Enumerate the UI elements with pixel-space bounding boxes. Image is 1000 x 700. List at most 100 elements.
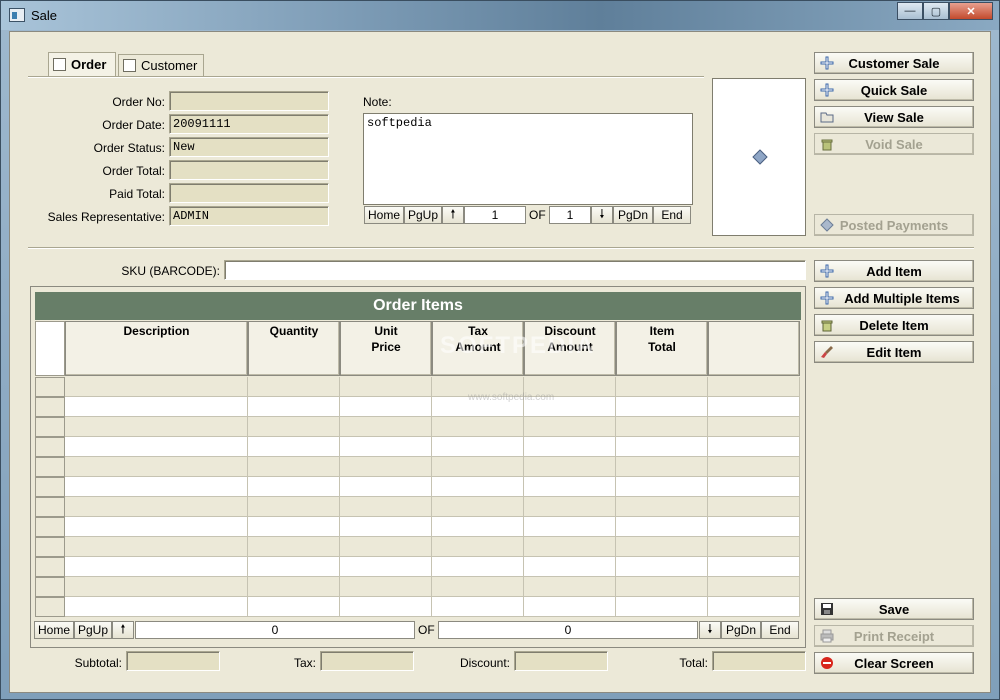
save-button[interactable]: Save [814,598,974,620]
table-cell[interactable] [248,417,340,437]
table-cell[interactable] [524,597,616,617]
table-cell[interactable] [340,497,432,517]
table-cell[interactable] [340,457,432,477]
table-cell[interactable] [708,557,800,577]
table-cell[interactable] [432,517,524,537]
customer-sale-button[interactable]: Customer Sale [814,52,974,74]
table-cell[interactable] [432,557,524,577]
add-item-button[interactable]: Add Item [814,260,974,282]
table-cell[interactable] [432,537,524,557]
table-cell[interactable] [340,437,432,457]
image-panel[interactable] [712,78,806,236]
table-cell[interactable] [65,437,248,457]
table-cell[interactable] [524,397,616,417]
note-textarea[interactable]: softpedia [363,113,693,205]
table-cell[interactable] [248,457,340,477]
table-cell[interactable] [524,417,616,437]
grid-pgup-button[interactable]: PgUp [74,621,112,639]
note-home-button[interactable]: Home [364,206,404,224]
tab-order-checkbox[interactable] [53,58,66,71]
table-cell[interactable] [65,377,248,397]
total-field[interactable] [712,651,806,671]
table-cell[interactable] [432,377,524,397]
grid-column-header[interactable]: Quantity [248,321,340,376]
table-cell[interactable] [432,437,524,457]
table-cell[interactable] [524,517,616,537]
maximize-button[interactable]: ▢ [923,2,949,20]
table-cell[interactable] [616,437,708,457]
table-cell[interactable] [616,377,708,397]
table-cell[interactable] [248,437,340,457]
table-cell[interactable] [708,537,800,557]
grid-column-header[interactable] [708,321,800,376]
table-cell[interactable] [340,517,432,537]
table-cell[interactable] [340,397,432,417]
table-cell[interactable] [65,577,248,597]
paid-total-field[interactable] [169,183,329,203]
note-total-pages[interactable]: 1 [549,206,591,224]
row-header[interactable] [35,577,65,597]
note-down-button[interactable]: 🠗 [591,206,613,224]
table-cell[interactable] [432,477,524,497]
quick-sale-button[interactable]: Quick Sale [814,79,974,101]
table-cell[interactable] [708,597,800,617]
table-cell[interactable] [524,577,616,597]
table-cell[interactable] [708,397,800,417]
table-cell[interactable] [340,557,432,577]
table-cell[interactable] [616,477,708,497]
grid-down-button[interactable]: 🠗 [699,621,721,639]
grid-up-button[interactable]: 🠕 [112,621,134,639]
row-header[interactable] [35,477,65,497]
table-cell[interactable] [616,597,708,617]
tax-field[interactable] [320,651,414,671]
row-header[interactable] [35,397,65,417]
add-multiple-items-button[interactable]: Add Multiple Items [814,287,974,309]
view-sale-button[interactable]: View Sale [814,106,974,128]
table-cell[interactable] [524,537,616,557]
table-cell[interactable] [65,477,248,497]
note-pgdn-button[interactable]: PgDn [613,206,653,224]
table-cell[interactable] [708,377,800,397]
grid-column-header[interactable]: Tax Amount [432,321,524,376]
sku-input[interactable] [224,260,806,280]
row-header[interactable] [35,537,65,557]
table-cell[interactable] [340,417,432,437]
table-cell[interactable] [65,417,248,437]
discount-field[interactable] [514,651,608,671]
table-cell[interactable] [708,417,800,437]
table-cell[interactable] [432,497,524,517]
table-cell[interactable] [524,437,616,457]
order-date-field[interactable]: 20091111 [169,114,329,134]
table-cell[interactable] [65,497,248,517]
title-bar[interactable]: Sale — ▢ ✕ [1,1,999,30]
grid-pgdn-button[interactable]: PgDn [721,621,761,639]
table-cell[interactable] [708,477,800,497]
row-header[interactable] [35,417,65,437]
grid-home-button[interactable]: Home [34,621,74,639]
print-receipt-button[interactable]: Print Receipt [814,625,974,647]
table-cell[interactable] [432,457,524,477]
table-cell[interactable] [248,517,340,537]
table-cell[interactable] [708,457,800,477]
table-cell[interactable] [340,597,432,617]
tab-order[interactable]: Order [48,52,116,76]
tab-customer-checkbox[interactable] [123,59,136,72]
grid-end-button[interactable]: End [761,621,799,639]
void-sale-button[interactable]: Void Sale [814,133,974,155]
table-cell[interactable] [708,437,800,457]
minimize-button[interactable]: — [897,2,923,20]
table-cell[interactable] [524,497,616,517]
clear-screen-button[interactable]: Clear Screen [814,652,974,674]
table-cell[interactable] [340,577,432,597]
table-cell[interactable] [432,597,524,617]
grid-current-page[interactable]: 0 [135,621,415,639]
sales-rep-field[interactable]: ADMIN [169,206,329,226]
note-current-page[interactable]: 1 [464,206,526,224]
row-header[interactable] [35,457,65,477]
order-no-field[interactable] [169,91,329,111]
grid-column-header[interactable]: Unit Price [340,321,432,376]
tab-customer[interactable]: Customer [118,54,204,76]
table-cell[interactable] [616,457,708,477]
table-cell[interactable] [65,597,248,617]
table-cell[interactable] [248,597,340,617]
